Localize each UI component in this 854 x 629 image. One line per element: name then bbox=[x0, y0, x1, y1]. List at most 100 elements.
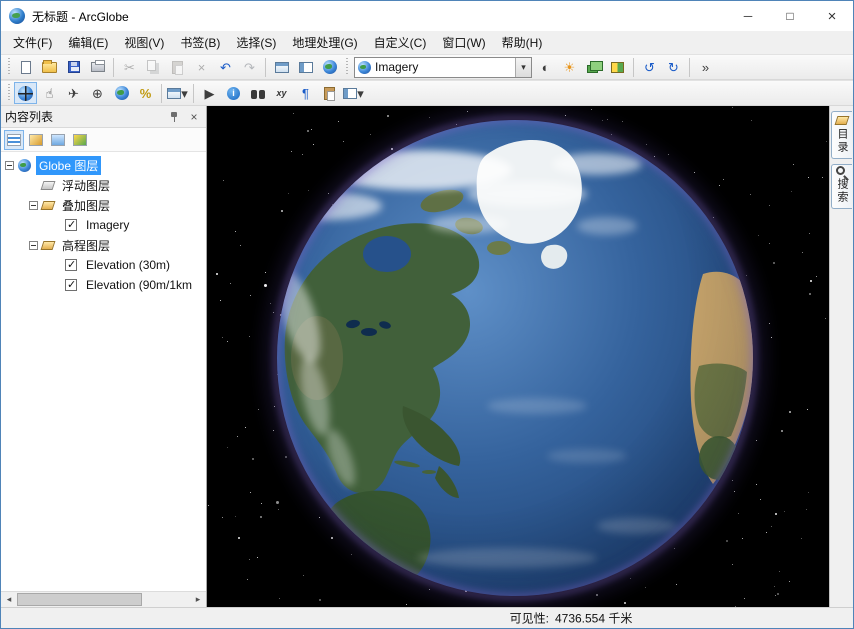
globe-spin-button[interactable] bbox=[318, 56, 341, 78]
fly-button[interactable]: ✈ bbox=[62, 82, 85, 104]
scrollbar-thumb[interactable] bbox=[17, 593, 142, 606]
status-bar: 可见性: 4736.554 千米 bbox=[1, 607, 853, 628]
spin-counterclockwise-button[interactable]: ↺ bbox=[638, 56, 661, 78]
scrollbar-track[interactable] bbox=[17, 592, 190, 607]
layers-tree: Globe 图层 浮动图层 叠加图层 bbox=[1, 152, 206, 591]
collapse-expander-icon[interactable] bbox=[5, 161, 14, 170]
globe-toolbar-buttons: ◐ ☀ bbox=[534, 56, 717, 78]
layer-visibility-checkbox[interactable] bbox=[65, 259, 77, 271]
layer-label[interactable]: 浮动图层 bbox=[59, 176, 113, 195]
html-popup-button[interactable]: ¶ bbox=[294, 82, 317, 104]
menu-item[interactable]: 书签(B) bbox=[172, 32, 228, 53]
title-bar[interactable]: 无标题 - ArcGlobe ─ □ × bbox=[1, 1, 853, 31]
image-overlay-button[interactable] bbox=[318, 82, 341, 104]
tree-row-globe-layers[interactable]: Globe 图层 bbox=[1, 155, 206, 175]
menu-item[interactable]: 编辑(E) bbox=[60, 32, 116, 53]
contents-panel-title: 内容列表 bbox=[5, 108, 162, 125]
maximize-button[interactable]: □ bbox=[769, 1, 811, 31]
menu-item[interactable]: 选择(S) bbox=[228, 32, 284, 53]
collapse-expander-icon[interactable] bbox=[29, 201, 38, 210]
collapse-expander-icon[interactable] bbox=[29, 241, 38, 250]
layer-icon bbox=[18, 159, 31, 172]
layer-label[interactable]: Elevation (30m) bbox=[83, 257, 173, 273]
tab-catalog[interactable]: 目录 bbox=[831, 111, 852, 159]
zoom-scale-button[interactable]: % bbox=[134, 82, 157, 104]
close-button[interactable]: × bbox=[811, 1, 853, 31]
arcglobe-window: 无标题 - ArcGlobe ─ □ × 文件(F) 编辑(E) 视图(V) 书… bbox=[0, 0, 854, 629]
navigate-button[interactable] bbox=[14, 82, 37, 104]
scroll-left-arrow-icon[interactable]: ◂ bbox=[1, 592, 17, 607]
tree-row-imagery[interactable]: Imagery bbox=[1, 215, 206, 235]
tree-row-elevation-90m[interactable]: Elevation (90m/1km bbox=[1, 275, 206, 295]
toolbar-separator-icon bbox=[633, 58, 634, 77]
tree-row-elevation-layers[interactable]: 高程图层 bbox=[1, 235, 206, 255]
globe-viewer[interactable] bbox=[207, 106, 829, 607]
menu-item[interactable]: 帮助(H) bbox=[494, 32, 551, 53]
layer-of-interest-combo[interactable]: Imagery ▾ bbox=[354, 57, 532, 78]
layer-visibility-checkbox[interactable] bbox=[65, 279, 77, 291]
contrast-button[interactable]: ◐ bbox=[534, 56, 557, 78]
contents-panel-header[interactable]: 内容列表 × bbox=[1, 106, 206, 128]
menu-item[interactable]: 文件(F) bbox=[5, 32, 60, 53]
find-button[interactable] bbox=[246, 82, 269, 104]
contents-panel-toolbar bbox=[1, 128, 206, 152]
minimize-button[interactable]: ─ bbox=[727, 1, 769, 31]
add-viewer-button[interactable] bbox=[294, 56, 317, 78]
print-button[interactable] bbox=[86, 56, 109, 78]
pan-button[interactable]: ☝ bbox=[38, 82, 61, 104]
visibility-value: 4736.554 千米 bbox=[555, 610, 632, 627]
copy-button[interactable] bbox=[142, 56, 165, 78]
spin-clockwise-button[interactable]: ↻ bbox=[662, 56, 685, 78]
layer-label[interactable]: Elevation (90m/1km bbox=[83, 277, 195, 293]
viewer-window-button[interactable]: ▾ bbox=[166, 82, 189, 104]
toolbar-grip[interactable] bbox=[344, 58, 349, 76]
toolbar-grip[interactable] bbox=[6, 84, 11, 102]
tree-row-elevation-30m[interactable]: Elevation (30m) bbox=[1, 255, 206, 275]
layer-label[interactable]: 高程图层 bbox=[59, 236, 113, 255]
menu-item[interactable]: 自定义(C) bbox=[366, 32, 435, 53]
layer-label[interactable]: 叠加图层 bbox=[59, 196, 113, 215]
full-extent-button[interactable] bbox=[110, 82, 133, 104]
redo-button[interactable]: ↷ bbox=[238, 56, 261, 78]
toc-options-button[interactable] bbox=[70, 130, 90, 150]
tab-search[interactable]: 搜索 bbox=[831, 164, 852, 209]
new-document-button[interactable] bbox=[14, 56, 37, 78]
open-button[interactable] bbox=[38, 56, 61, 78]
swipe-layer-button[interactable] bbox=[606, 56, 629, 78]
tree-row-draped-layers[interactable]: 叠加图层 bbox=[1, 195, 206, 215]
cut-button[interactable]: ✂ bbox=[118, 56, 141, 78]
delete-button[interactable]: × bbox=[190, 56, 213, 78]
list-by-type-button[interactable] bbox=[26, 130, 46, 150]
standard-toolbar-buttons: ✂ × bbox=[14, 56, 341, 78]
toolbar-overflow-button[interactable]: » bbox=[694, 56, 717, 78]
menu-item[interactable]: 窗口(W) bbox=[434, 32, 493, 53]
select-features-button[interactable]: ▶ bbox=[198, 82, 221, 104]
center-target-button[interactable]: ⊕ bbox=[86, 82, 109, 104]
float-viewer-button[interactable] bbox=[270, 56, 293, 78]
save-button[interactable] bbox=[62, 56, 85, 78]
pin-button[interactable] bbox=[166, 109, 182, 125]
go-to-xy-button[interactable]: xy bbox=[270, 82, 293, 104]
layer-label[interactable]: Imagery bbox=[83, 217, 132, 233]
layer-label[interactable]: Globe 图层 bbox=[36, 156, 101, 175]
combo-dropdown-arrow-icon[interactable]: ▾ bbox=[515, 58, 531, 77]
paste-button[interactable] bbox=[166, 56, 189, 78]
menu-item[interactable]: 地理处理(G) bbox=[284, 32, 365, 53]
table-window-button[interactable]: ▾ bbox=[342, 82, 365, 104]
contents-horizontal-scrollbar[interactable]: ◂ ▸ bbox=[1, 591, 206, 607]
brightness-button[interactable]: ☀ bbox=[558, 56, 581, 78]
identify-button[interactable] bbox=[222, 82, 245, 104]
tree-row-floating-layers[interactable]: 浮动图层 bbox=[1, 175, 206, 195]
toolbar-grip[interactable] bbox=[6, 58, 11, 76]
globe-3d-view[interactable] bbox=[207, 106, 829, 607]
menu-item[interactable]: 视图(V) bbox=[116, 32, 172, 53]
undo-button[interactable]: ↶ bbox=[214, 56, 237, 78]
standard-toolbar: ✂ × bbox=[1, 54, 853, 80]
layer-visibility-checkbox[interactable] bbox=[65, 219, 77, 231]
scroll-right-arrow-icon[interactable]: ▸ bbox=[190, 592, 206, 607]
list-by-drawing-order-button[interactable] bbox=[4, 130, 24, 150]
main-body: 内容列表 × bbox=[1, 106, 853, 607]
close-panel-button[interactable]: × bbox=[186, 109, 202, 125]
transparency-button[interactable] bbox=[582, 56, 605, 78]
list-by-visibility-button[interactable] bbox=[48, 130, 68, 150]
